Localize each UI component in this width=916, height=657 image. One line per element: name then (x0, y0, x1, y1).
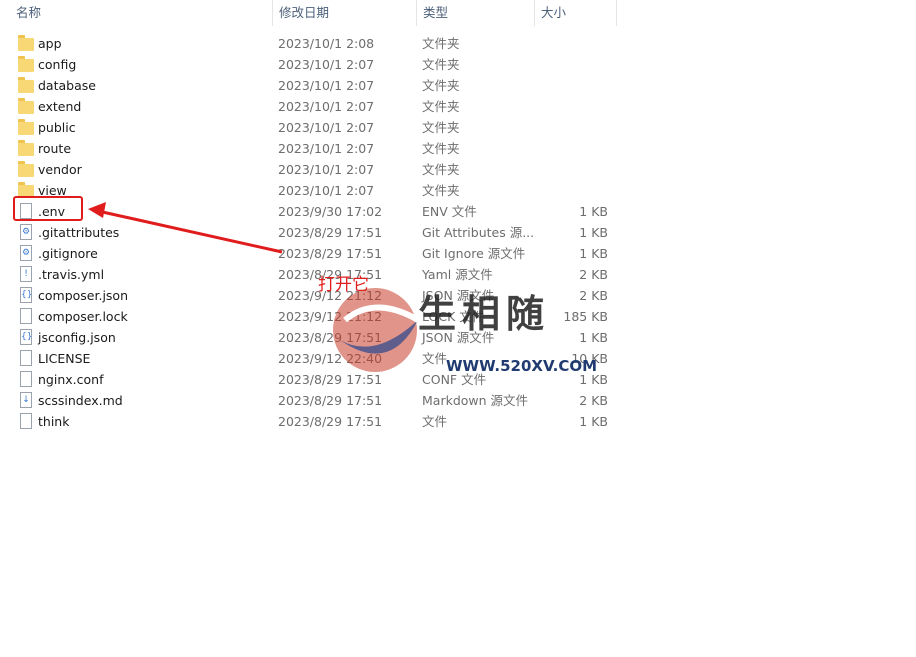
watermark-url: WWW.520XV.COM (446, 357, 598, 375)
watermark-text: 生相随 (418, 291, 551, 336)
annotation-note: 打开它 (318, 275, 369, 295)
